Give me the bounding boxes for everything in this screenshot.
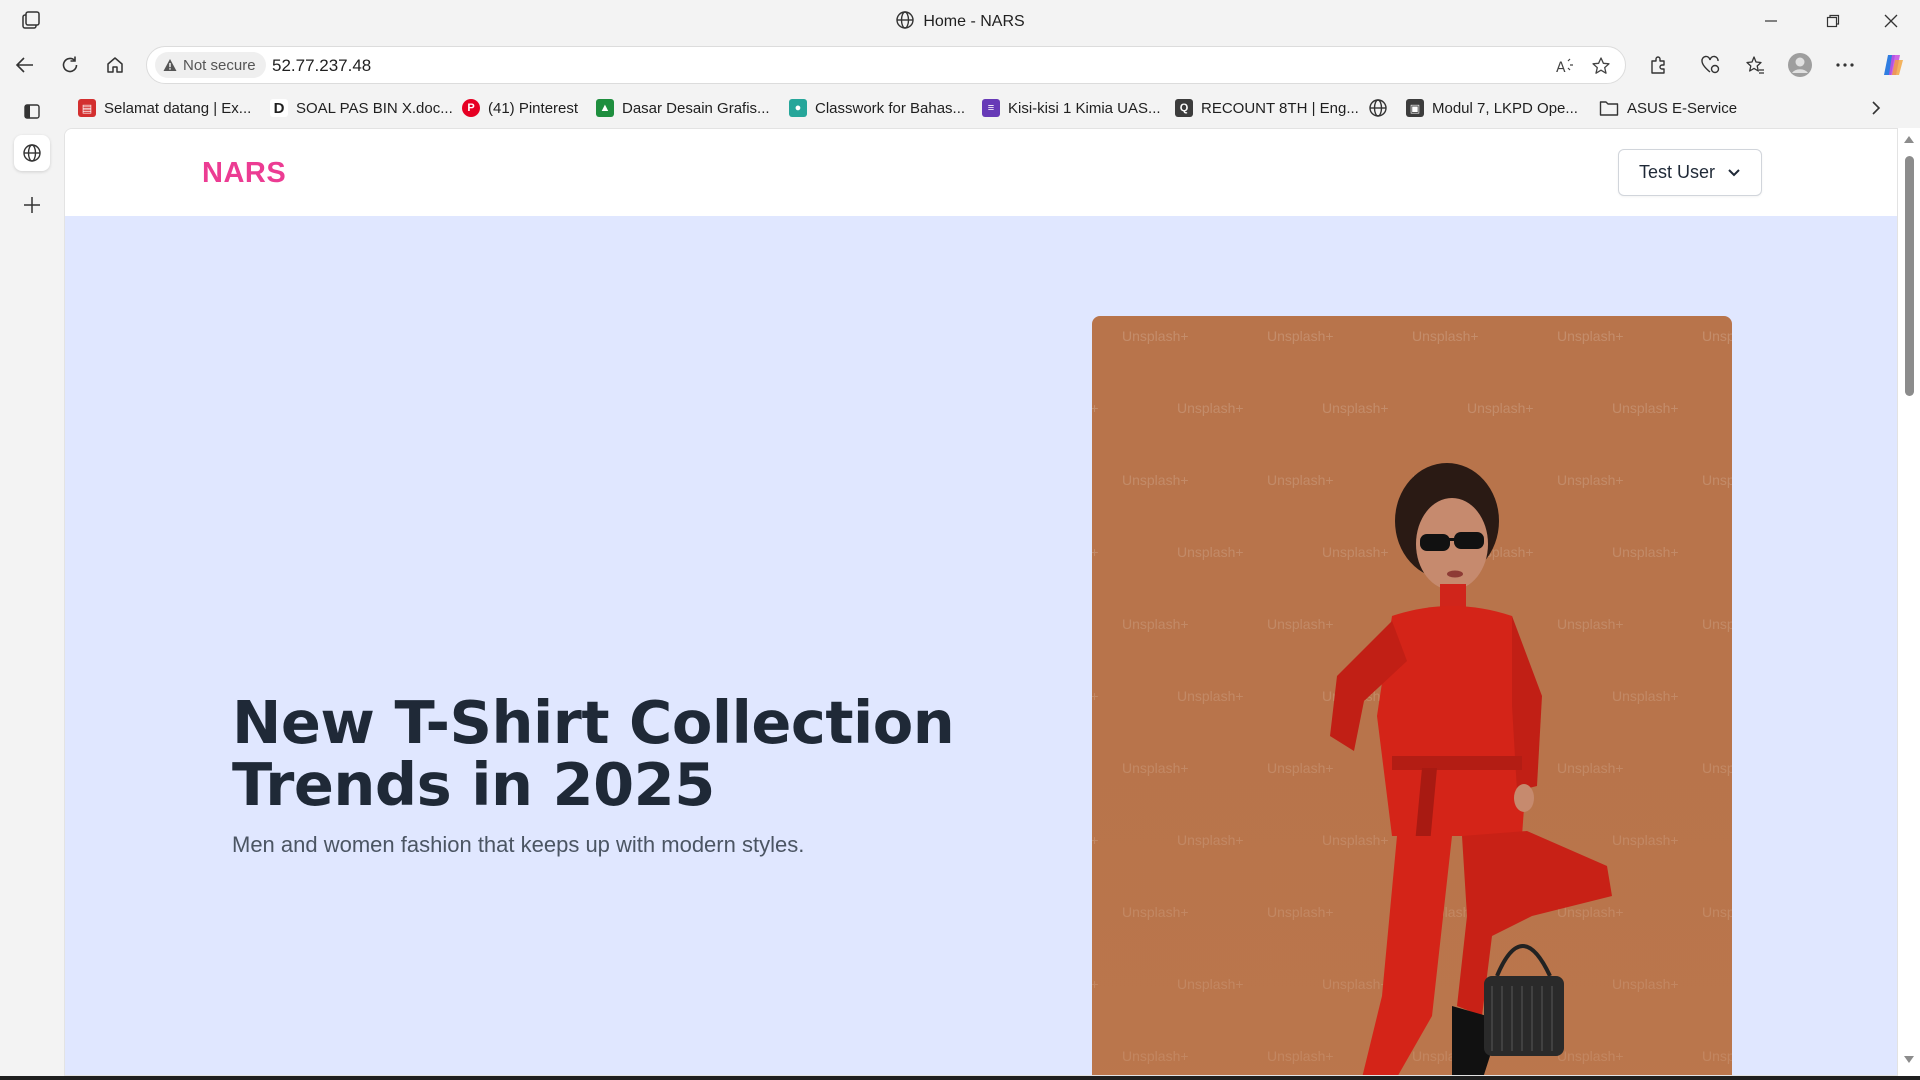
warning-icon [163,59,177,71]
bookmark-label: Dasar Desain Grafis... [622,99,770,117]
user-menu-button[interactable]: Test User [1618,149,1762,196]
restore-button[interactable] [1810,6,1856,36]
globe-icon [23,144,41,162]
globe-icon [1369,99,1387,117]
more-dots-icon [1836,63,1854,67]
bookmark-item[interactable] [1368,96,1388,120]
more-bookmarks-button[interactable] [1870,96,1882,120]
scrollbar-thumb[interactable] [1905,156,1914,396]
chevron-down-icon [1728,168,1740,176]
star-icon [1592,57,1610,74]
page-scrollbar[interactable] [1898,128,1920,1076]
close-window-button[interactable] [1868,6,1914,36]
new-tab-button[interactable] [14,187,50,223]
hero-image: Unsplash+Unsplash+Unsplash+Unsplash+Unsp… [1092,316,1732,1075]
document-icon: D [270,99,288,117]
window-title-text: Home - NARS [923,13,1025,30]
close-icon [1884,14,1898,28]
document-icon: ▣ [1406,99,1424,117]
hero-title: New T-Shirt Collection Trends in 2025 [232,692,992,816]
classroom-icon: ● [789,99,807,117]
refresh-icon [62,56,78,73]
back-arrow-icon [15,57,33,73]
bookmark-label: Kisi-kisi 1 Kimia UAS... [1008,99,1161,117]
bookmark-label: Modul 7, LKPD Ope... [1432,99,1578,117]
address-bar[interactable]: Not secure 52.77.237.48 A [146,46,1626,84]
user-menu-label: Test User [1638,162,1716,182]
gmail-icon: ▤ [78,99,96,117]
restore-icon [1826,14,1840,28]
quizizz-icon: Q [1175,99,1193,117]
settings-more-button[interactable] [1828,49,1862,81]
bookmark-item[interactable]: ▤ Selamat datang | Ex... [78,96,251,120]
copilot-icon [1884,55,1903,75]
bookmark-item[interactable]: D SOAL PAS BIN X.doc... [270,96,453,120]
home-icon [107,57,123,73]
bookmark-item[interactable]: ASUS E-Service [1599,96,1737,120]
bookmarks-bar: ▤ Selamat datang | Ex... D SOAL PAS BIN … [64,89,1920,127]
bookmark-label: ASUS E-Service [1627,99,1738,117]
classroom-icon: ▲ [596,99,614,117]
pinterest-icon: P [462,99,480,117]
minimize-button[interactable] [1748,6,1794,36]
home-button[interactable] [98,49,132,81]
bookmark-label: (41) Pinterest [488,99,579,117]
bookmark-item[interactable]: ▲ Dasar Desain Grafis... [596,96,770,120]
security-label: Not secure [183,56,256,74]
copilot-button[interactable] [1876,49,1910,81]
site-info-button[interactable]: Not secure [155,52,266,78]
extensions-button[interactable] [1641,49,1675,81]
svg-text:A: A [1556,60,1566,75]
favorites-button[interactable] [1738,49,1772,81]
favorite-star-button[interactable] [1587,53,1615,79]
bookmark-label: SOAL PAS BIN X.doc... [296,99,453,117]
scroll-down-icon[interactable] [1904,1056,1914,1063]
tab-actions-button[interactable] [14,93,50,129]
hero-title-line1: New T-Shirt Collection [232,688,955,757]
read-aloud-icon: A [1556,58,1573,75]
globe-icon [896,11,915,29]
bookmark-item[interactable]: ● Classwork for Bahas... [789,96,965,120]
minimize-icon [1765,20,1777,22]
back-button[interactable] [8,49,42,81]
bookmark-label: RECOUNT 8TH | Eng... [1201,99,1359,117]
bookmark-item[interactable]: Q RECOUNT 8TH | Eng... [1175,96,1359,120]
refresh-button[interactable] [53,49,87,81]
puzzle-icon [1651,56,1665,74]
hero-section: New T-Shirt Collection Trends in 2025 Me… [65,216,1897,1075]
browser-toolbar: Not secure 52.77.237.48 A [0,41,1920,89]
scroll-up-icon[interactable] [1904,136,1914,143]
read-aloud-button[interactable]: A [1551,53,1579,79]
tab-current[interactable] [14,135,50,171]
bookmark-item[interactable]: ▣ Modul 7, LKPD Ope... [1406,96,1578,120]
hero-title-line2: Trends in 2025 [232,750,715,819]
browser-essentials-button[interactable] [1693,49,1727,81]
favorites-icon [1746,56,1764,74]
folder-icon [1599,101,1619,116]
title-bar: Home - NARS [0,0,1920,41]
site-logo[interactable]: NARS [202,157,286,190]
plus-icon [24,197,40,213]
profile-button[interactable] [1783,49,1817,81]
avatar-icon [1788,53,1812,77]
fashion-model-illustration [1092,316,1732,1075]
bookmark-label: Classwork for Bahas... [815,99,966,117]
bookmark-item[interactable]: P (41) Pinterest [462,96,578,120]
tab-actions-icon [24,104,40,119]
bookmark-item[interactable]: ≡ Kisi-kisi 1 Kimia UAS... [982,96,1161,120]
window-title: Home - NARS [0,10,1920,31]
hero-subtitle: Men and women fashion that keeps up with… [232,832,805,857]
site-header: NARS Test User [65,129,1897,216]
vertical-tab-rail [0,89,64,1080]
page-viewport: NARS Test User New T-Shirt Collection Tr… [64,128,1898,1076]
chevron-right-icon [1872,101,1881,115]
url-text[interactable]: 52.77.237.48 [272,56,371,76]
bookmark-label: Selamat datang | Ex... [104,99,252,117]
forms-icon: ≡ [982,99,1000,117]
heartbeat-icon [1701,55,1720,74]
taskbar-edge [0,1076,1920,1080]
